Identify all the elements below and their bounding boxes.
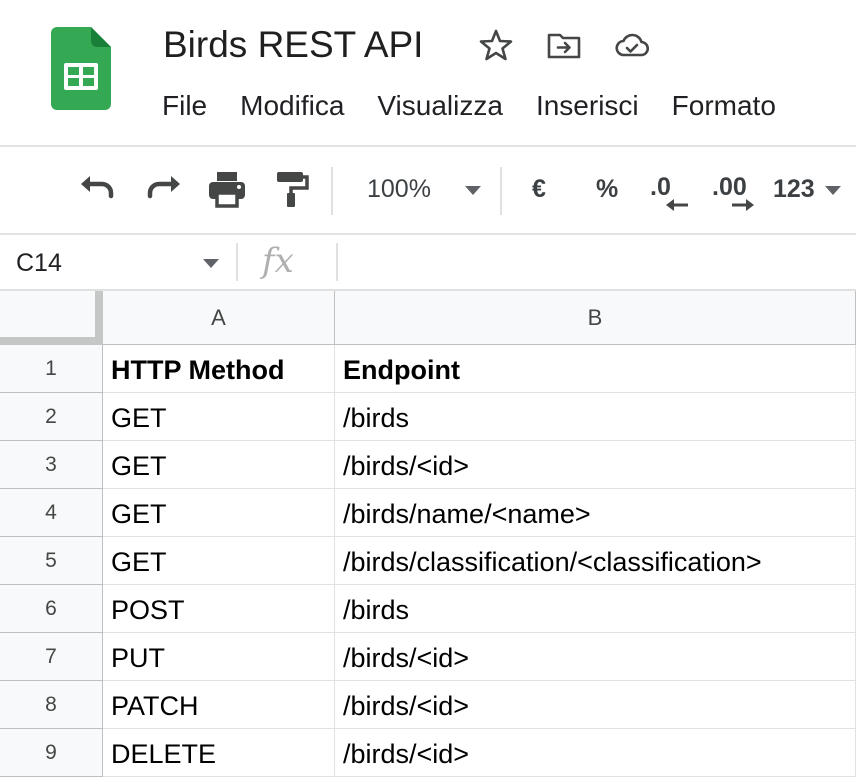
toolbar-separator: [500, 167, 502, 215]
undo-icon[interactable]: [76, 167, 120, 211]
row-header[interactable]: 7: [0, 633, 103, 681]
zoom-dropdown-icon[interactable]: [465, 186, 481, 195]
number-format-dropdown-icon[interactable]: [825, 186, 841, 195]
toolbar-separator: [331, 167, 333, 215]
row-header[interactable]: 9: [0, 729, 103, 777]
cell-b3[interactable]: /birds/<id>: [335, 441, 856, 489]
cell-a6[interactable]: POST: [103, 585, 335, 633]
menu-bar: File Modifica Visualizza Inserisci Forma…: [162, 84, 809, 128]
sheets-logo-icon[interactable]: [51, 27, 111, 110]
row-header[interactable]: 4: [0, 489, 103, 537]
star-icon[interactable]: [478, 27, 514, 63]
number-format-select[interactable]: 123: [773, 169, 815, 209]
menu-modifica[interactable]: Modifica: [240, 84, 344, 128]
cell-b7[interactable]: /birds/<id>: [335, 633, 856, 681]
row-header[interactable]: 3: [0, 441, 103, 489]
cell-a5[interactable]: GET: [103, 537, 335, 585]
formula-separator: [336, 243, 338, 281]
cell-b8[interactable]: /birds/<id>: [335, 681, 856, 729]
row-header[interactable]: 8: [0, 681, 103, 729]
print-icon[interactable]: [205, 167, 249, 211]
spreadsheet-grid: A B 1 HTTP Method Endpoint 2 GET /birds …: [0, 291, 856, 780]
cell-b9[interactable]: /birds/<id>: [335, 729, 856, 777]
cell-b1[interactable]: Endpoint: [335, 345, 856, 393]
formula-bar: C14 fx: [0, 235, 856, 291]
formula-input[interactable]: [350, 243, 850, 283]
menu-file[interactable]: File: [162, 84, 207, 128]
toolbar: 100% € % .0 .00 123: [0, 145, 856, 235]
document-title[interactable]: Birds REST API: [163, 20, 423, 70]
menu-inserisci[interactable]: Inserisci: [536, 84, 639, 128]
cell-a2[interactable]: GET: [103, 393, 335, 441]
cell-b2[interactable]: /birds: [335, 393, 856, 441]
paint-format-icon[interactable]: [270, 167, 314, 211]
column-header-b[interactable]: B: [335, 291, 856, 345]
cell-a1[interactable]: HTTP Method: [103, 345, 335, 393]
menu-formato[interactable]: Formato: [672, 84, 776, 128]
fx-icon: fx: [262, 241, 294, 281]
cell-a9[interactable]: DELETE: [103, 729, 335, 777]
app-header: Birds REST API File Modifica Visualizza …: [0, 0, 856, 145]
cell-b6[interactable]: /birds: [335, 585, 856, 633]
redo-icon[interactable]: [141, 167, 185, 211]
menu-visualizza[interactable]: Visualizza: [377, 84, 503, 128]
cell-a3[interactable]: GET: [103, 441, 335, 489]
cell-b4[interactable]: /birds/name/<name>: [335, 489, 856, 537]
cell-a4[interactable]: GET: [103, 489, 335, 537]
move-to-folder-icon[interactable]: [546, 27, 582, 63]
cell-a8[interactable]: PATCH: [103, 681, 335, 729]
row-header[interactable]: 5: [0, 537, 103, 585]
row-header[interactable]: 1: [0, 345, 103, 393]
zoom-select[interactable]: 100%: [367, 169, 431, 209]
cell-b5[interactable]: /birds/classification/<classification>: [335, 537, 856, 585]
name-box-dropdown-icon[interactable]: [203, 259, 219, 268]
column-header-a[interactable]: A: [103, 291, 335, 345]
currency-format-button[interactable]: €: [532, 169, 546, 209]
percent-format-button[interactable]: %: [596, 169, 618, 209]
arrow-right-icon: [732, 199, 754, 211]
formula-separator: [236, 243, 238, 281]
row-header[interactable]: 6: [0, 585, 103, 633]
cell-a7[interactable]: PUT: [103, 633, 335, 681]
arrow-left-icon: [666, 199, 688, 211]
frozen-row-handle[interactable]: [0, 337, 103, 345]
cloud-saved-icon[interactable]: [614, 27, 650, 63]
row-header[interactable]: 2: [0, 393, 103, 441]
name-box[interactable]: C14: [16, 243, 62, 283]
